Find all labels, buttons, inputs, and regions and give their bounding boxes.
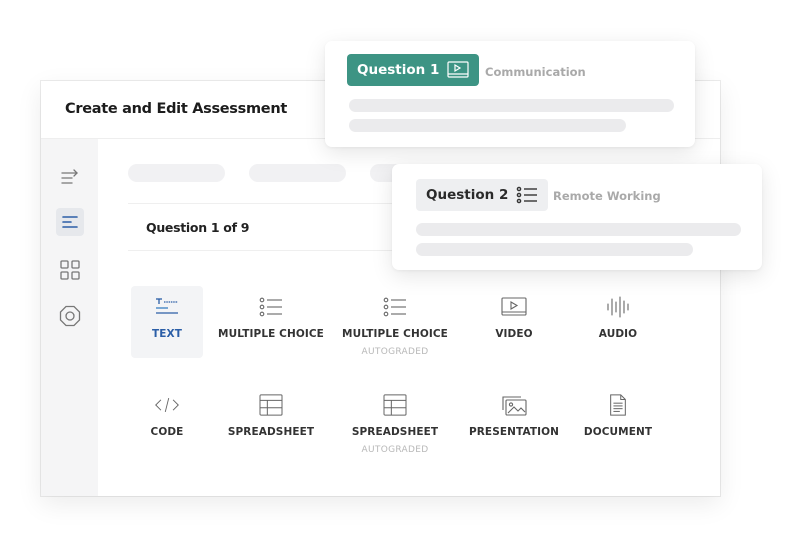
grid-icon xyxy=(60,260,80,280)
question-type-document[interactable]: DOCUMENT xyxy=(563,384,673,458)
question-type-code[interactable]: CODE xyxy=(112,384,222,458)
page-title: Create and Edit Assessment xyxy=(65,101,287,117)
question-type-label: SPREADSHEET xyxy=(227,426,315,438)
sidebar-item-collapse[interactable] xyxy=(56,163,84,191)
question-type-video[interactable]: VIDEO xyxy=(459,286,569,360)
question-badge[interactable]: Question 2 xyxy=(416,179,549,211)
question-type-label: DOCUMENT xyxy=(583,426,653,438)
question-badge-label: Question 1 xyxy=(357,62,440,78)
question-type-label: SPREADSHEET xyxy=(351,426,439,438)
spreadsheet-icon xyxy=(259,394,283,416)
placeholder-tab xyxy=(128,164,225,182)
sidebar-item-settings[interactable] xyxy=(56,302,84,330)
question-topic: Remote Working xyxy=(553,189,661,203)
question-badge[interactable]: Question 1 xyxy=(347,54,480,86)
audio-waveform-icon xyxy=(607,296,629,318)
sidebar-item-questions[interactable] xyxy=(56,208,84,236)
document-icon xyxy=(610,394,626,416)
question-type-multiple-choice[interactable]: MULTIPLE CHOICE xyxy=(216,286,326,360)
list-icon xyxy=(259,297,282,317)
sidebar xyxy=(41,139,98,496)
question-type-text[interactable]: TEXT xyxy=(131,286,203,358)
question-type-audio[interactable]: AUDIO xyxy=(563,286,673,360)
list-icon xyxy=(517,186,538,204)
question-type-label: TEXT xyxy=(152,328,182,340)
question-type-sublabel: AUTOGRADED xyxy=(361,347,429,357)
question-type-label: AUDIO xyxy=(598,328,638,340)
question-type-label: VIDEO xyxy=(495,328,533,340)
placeholder-line xyxy=(349,119,626,132)
placeholder-tab xyxy=(249,164,346,182)
question-type-label: MULTIPLE CHOICE xyxy=(218,328,324,340)
question-type-label: PRESENTATION xyxy=(468,426,560,438)
question-counter: Question 1 of 9 xyxy=(146,220,250,235)
text-icon xyxy=(156,298,178,314)
question-badge-label: Question 2 xyxy=(426,187,509,203)
question-type-label: CODE xyxy=(150,426,184,438)
video-icon xyxy=(447,61,469,78)
video-icon xyxy=(501,297,527,316)
spreadsheet-icon xyxy=(383,394,407,416)
code-icon xyxy=(155,397,179,413)
question-type-spreadsheet[interactable]: SPREADSHEET xyxy=(216,384,326,458)
settings-icon xyxy=(59,305,81,327)
question-type-sublabel: AUTOGRADED xyxy=(361,445,429,455)
presentation-icon xyxy=(502,396,527,416)
question-card-1[interactable]: Question 1 Communication xyxy=(325,41,695,147)
question-card-2[interactable]: Question 2 Remote Working xyxy=(392,164,762,270)
sidebar-item-grid[interactable] xyxy=(56,256,84,284)
placeholder-line xyxy=(416,243,693,256)
question-type-presentation[interactable]: PRESENTATION xyxy=(459,384,569,458)
placeholder-line xyxy=(416,223,741,236)
align-left-icon xyxy=(62,216,78,228)
question-type-label: MULTIPLE CHOICE xyxy=(342,328,448,340)
placeholder-line xyxy=(349,99,674,112)
collapse-arrow-icon xyxy=(61,169,78,184)
question-topic: Communication xyxy=(485,65,586,79)
question-type-spreadsheet-autograded[interactable]: SPREADSHEET AUTOGRADED xyxy=(340,384,450,458)
question-type-multiple-choice-autograded[interactable]: MULTIPLE CHOICE AUTOGRADED xyxy=(340,286,450,360)
list-icon xyxy=(383,297,406,317)
